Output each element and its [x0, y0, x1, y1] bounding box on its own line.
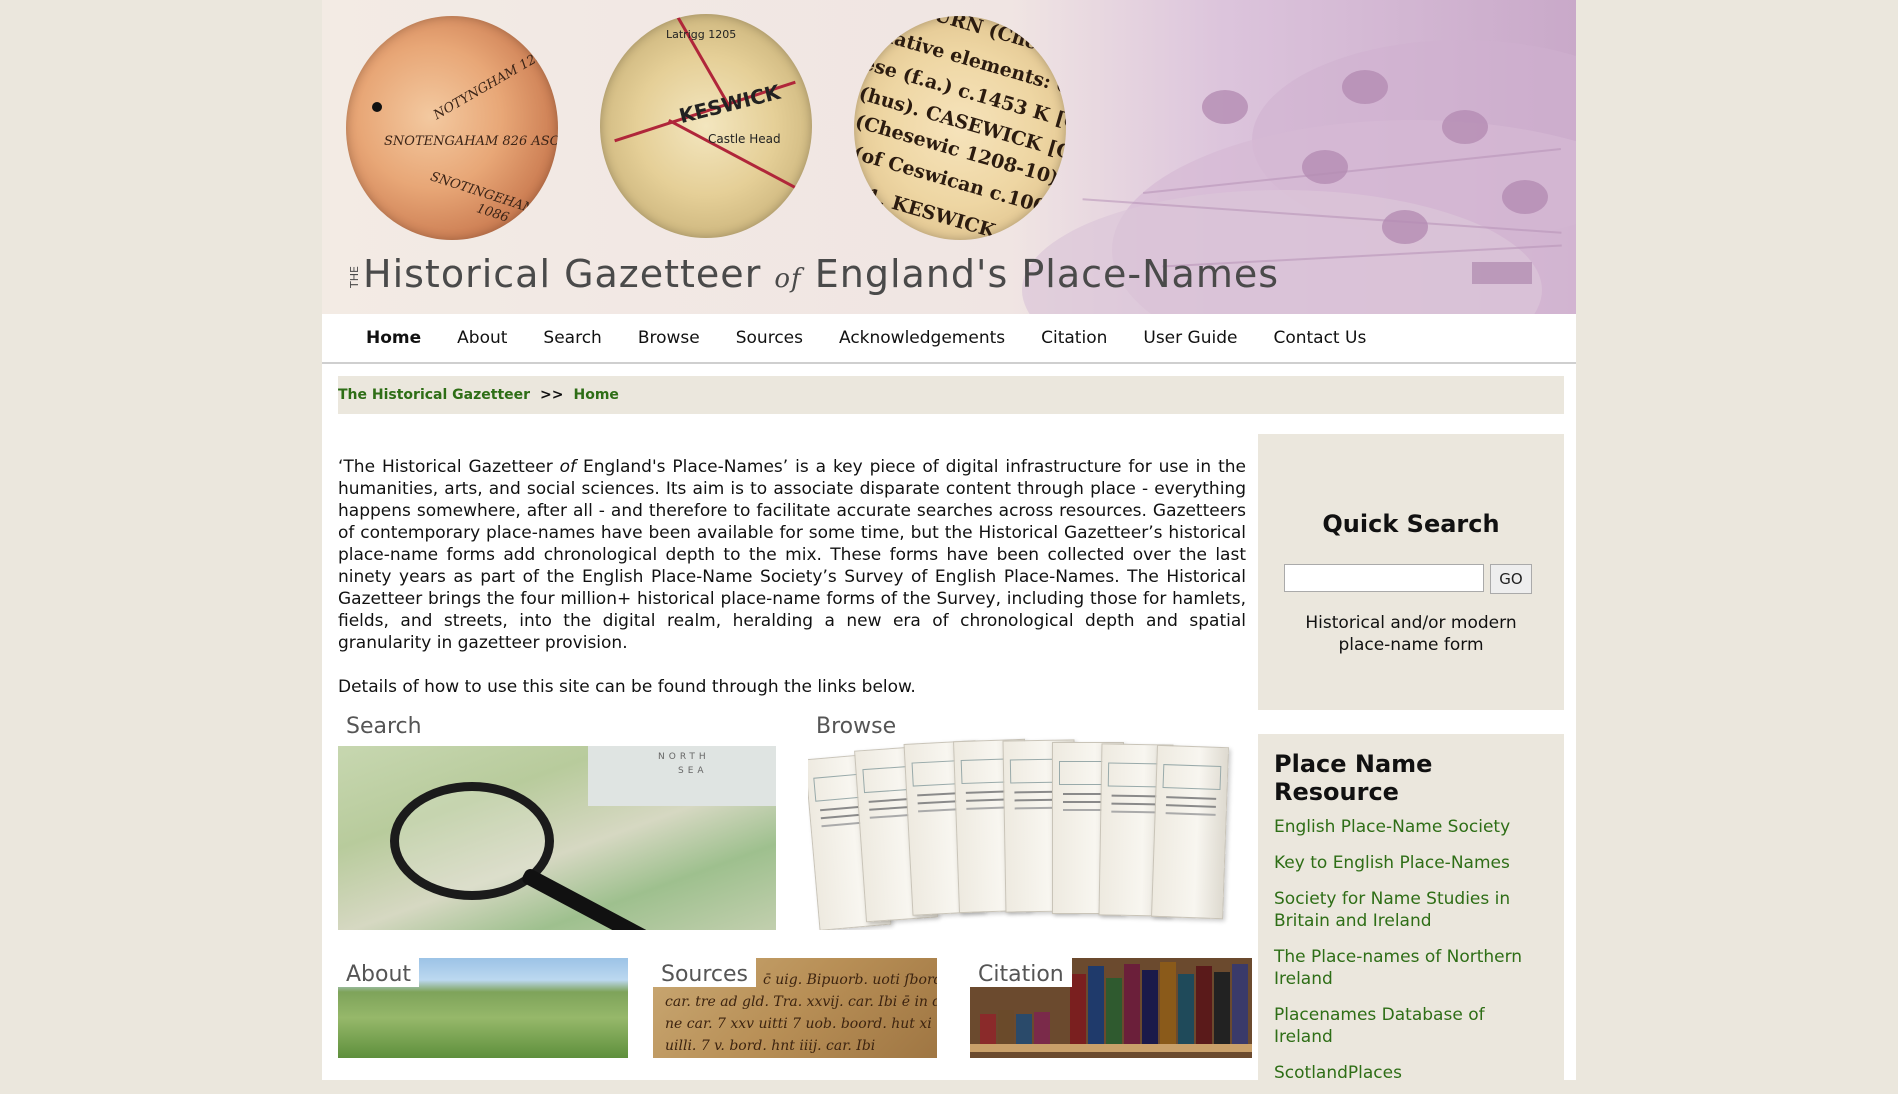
- breadcrumb-separator: >>: [540, 387, 564, 403]
- intro-text: ‘The Historical Gazetteer of England's P…: [338, 456, 1246, 720]
- sources-tile[interactable]: c̄ uig. Bipuorb. uoti ſbord. bon car. tr…: [653, 958, 937, 1058]
- banner-map-image: KESWICK Castle Head Latrigg 1205: [600, 14, 812, 238]
- resource-link-kepn[interactable]: Key to English Place-Names: [1274, 853, 1510, 873]
- intro-paragraph: ‘The Historical Gazetteer of England's P…: [338, 457, 1246, 653]
- breadcrumb-root-link[interactable]: The Historical Gazetteer: [338, 387, 530, 403]
- nav-home[interactable]: Home: [366, 328, 421, 348]
- list-item: ScotlandPlaces: [1274, 1062, 1548, 1084]
- resource-link-epns[interactable]: English Place-Name Society: [1274, 817, 1510, 837]
- pin-icon: [372, 102, 382, 112]
- search-map-image: NORTH SEA: [338, 746, 776, 930]
- resources-title: Place Name Resource: [1274, 750, 1433, 806]
- main-nav: Home About Search Browse Sources Acknowl…: [322, 314, 1576, 364]
- nav-user-guide[interactable]: User Guide: [1143, 328, 1237, 348]
- list-item: Key to English Place-Names: [1274, 852, 1548, 874]
- quick-search-hint: Historical and/or modern place-name form: [1305, 613, 1517, 655]
- resource-link-scotlandplaces[interactable]: ScotlandPlaces: [1274, 1063, 1402, 1083]
- banner-scroll-image: NOTYNGHAM 1230 SNOTENGAHAM 826 ASC SNOTI…: [346, 16, 558, 240]
- citation-tile[interactable]: Citation: [970, 958, 1252, 1058]
- about-tile[interactable]: About: [338, 958, 628, 1058]
- citation-tile-label: Citation: [970, 958, 1072, 987]
- nav-search[interactable]: Search: [543, 328, 601, 348]
- browse-tile[interactable]: Browse: [808, 710, 1248, 930]
- breadcrumb: The Historical Gazetteer >> Home: [338, 376, 1564, 414]
- sources-tile-label: Sources: [653, 958, 757, 987]
- banner-book-text-image: EUBURN (Cheseburgh 128 ubiative elements…: [854, 16, 1066, 240]
- search-tile[interactable]: NORTH SEA Search: [338, 710, 776, 930]
- quick-search-row: GO: [1284, 564, 1532, 594]
- page: NOTYNGHAM 1230 SNOTENGAHAM 826 ASC SNOTI…: [322, 0, 1576, 1094]
- quick-search-panel: Quick Search GO Historical and/or modern…: [1258, 434, 1564, 710]
- nav-acknowledgements[interactable]: Acknowledgements: [839, 328, 1005, 348]
- resource-link-northern-ireland[interactable]: The Place-names of Northern Ireland: [1274, 947, 1522, 989]
- browse-books-image: [808, 734, 1248, 930]
- nav-about[interactable]: About: [457, 328, 507, 348]
- resource-link-ireland-database[interactable]: Placenames Database of Ireland: [1274, 1005, 1485, 1047]
- nav-sources[interactable]: Sources: [736, 328, 803, 348]
- quick-search-input[interactable]: [1284, 564, 1484, 592]
- place-name-resources-panel: Place Name Resource English Place-Name S…: [1258, 734, 1564, 1094]
- resources-list: English Place-Name Society Key to Englis…: [1258, 816, 1564, 1084]
- browse-tile-label: Browse: [808, 710, 905, 739]
- site-banner[interactable]: NOTYNGHAM 1230 SNOTENGAHAM 826 ASC SNOTI…: [322, 0, 1576, 314]
- details-paragraph: Details of how to use this site can be f…: [338, 677, 916, 697]
- resource-link-snsbi[interactable]: Society for Name Studies in Britain and …: [1274, 889, 1510, 931]
- breadcrumb-current-link[interactable]: Home: [574, 387, 619, 403]
- search-tile-label: Search: [338, 710, 430, 739]
- list-item: English Place-Name Society: [1274, 816, 1548, 838]
- site-title-the: THE: [348, 265, 361, 288]
- nav-browse[interactable]: Browse: [638, 328, 700, 348]
- quick-search-title: Quick Search: [1322, 510, 1500, 538]
- site-title: THEHistorical Gazetteer of England's Pla…: [348, 252, 1280, 296]
- nav-citation[interactable]: Citation: [1041, 328, 1107, 348]
- list-item: The Place-names of Northern Ireland: [1274, 946, 1548, 990]
- go-button[interactable]: GO: [1490, 564, 1532, 594]
- list-item: Society for Name Studies in Britain and …: [1274, 888, 1548, 932]
- list-item: Placenames Database of Ireland: [1274, 1004, 1548, 1048]
- about-tile-label: About: [338, 958, 420, 987]
- nav-contact-us[interactable]: Contact Us: [1273, 328, 1366, 348]
